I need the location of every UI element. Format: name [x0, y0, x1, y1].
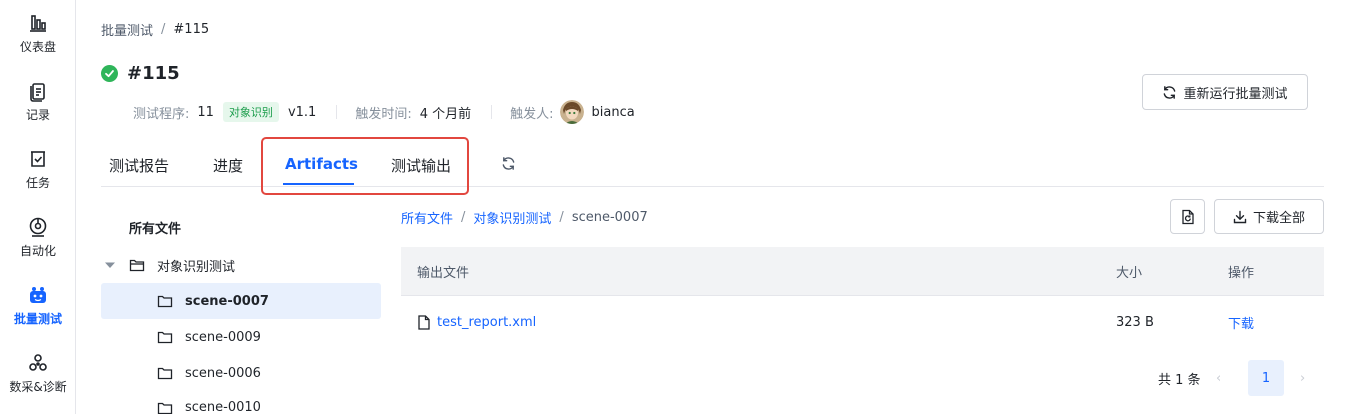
trigger-time-value: 4 个月前 — [419, 106, 472, 122]
tree-root-folder[interactable]: 对象识别测试 — [101, 247, 381, 283]
breadcrumb: 批量测试 / #115 — [101, 20, 209, 39]
column-header-size: 大小 — [1116, 265, 1143, 281]
download-icon — [1233, 210, 1247, 223]
tree-item-scene[interactable]: scene-0010 — [101, 391, 381, 414]
tree-item-label: scene-0009 — [185, 329, 261, 345]
download-link[interactable]: 下载 — [1228, 313, 1254, 332]
trigger-time-label: 触发时间: — [355, 106, 412, 122]
pagination-next-button[interactable]: › — [1300, 360, 1305, 396]
breadcrumb-parent[interactable]: 批量测试 — [101, 20, 153, 39]
file-size: 323 B — [1116, 314, 1154, 330]
meta-divider — [491, 105, 493, 119]
program-version: v1.1 — [287, 104, 317, 120]
tree-item-label: scene-0007 — [185, 293, 269, 309]
tabs-refresh-icon[interactable] — [501, 156, 516, 175]
nav-item-records[interactable]: 记录 — [0, 80, 76, 140]
rerun-batch-test-button[interactable]: 重新运行批量测试 — [1142, 74, 1308, 110]
tree-root-label: 对象识别测试 — [157, 259, 236, 275]
program-tag: 对象识别 — [222, 102, 279, 122]
nav-item-batch-test[interactable]: 批量测试 — [0, 284, 76, 344]
nav-item-tasks[interactable]: 任务 — [0, 148, 76, 208]
path-crumb-current: scene-0007 — [571, 210, 648, 225]
program-label: 测试程序: — [133, 106, 190, 122]
folder-icon — [157, 367, 173, 380]
program-value: 11 — [197, 104, 214, 120]
column-header-file: 输出文件 — [417, 265, 470, 281]
column-header-action: 操作 — [1228, 265, 1255, 281]
nav-label: 批量测试 — [13, 312, 62, 326]
file-tree-title[interactable]: 所有文件 — [129, 218, 181, 237]
nav-item-dashboard[interactable]: 仪表盘 — [0, 12, 76, 72]
tab-test-output[interactable]: 测试输出 — [391, 155, 451, 176]
page-title-row: #115 — [101, 63, 180, 84]
download-all-label: 下载全部 — [1252, 211, 1305, 226]
nav-item-automation[interactable]: 自动化 — [0, 216, 76, 276]
tab-test-report[interactable]: 测试报告 — [109, 155, 169, 176]
path-crumb-all-files[interactable]: 所有文件 — [401, 208, 453, 227]
page-title: #115 — [127, 63, 180, 84]
table-row: test_report.xml 323 B 下载 — [401, 296, 1324, 348]
avatar — [559, 100, 584, 124]
automation-icon — [29, 217, 47, 237]
tab-artifacts[interactable]: Artifacts — [285, 155, 358, 173]
file-refresh-icon — [1181, 209, 1194, 224]
table-header: 输出文件 大小 操作 — [401, 247, 1324, 296]
nav-item-diagnosis[interactable]: 数采&诊断 — [0, 352, 76, 412]
folder-icon — [157, 295, 173, 308]
breadcrumb-separator: / — [161, 22, 166, 37]
nav-label: 记录 — [25, 108, 50, 122]
folder-open-icon — [129, 259, 145, 272]
output-files-table: 输出文件 大小 操作 test_report.xml 323 B 下载 — [401, 247, 1324, 348]
tasks-icon — [31, 151, 45, 167]
caret-down-icon — [105, 262, 115, 268]
nav-label: 数采&诊断 — [9, 380, 67, 394]
file-link[interactable]: test_report.xml — [417, 315, 536, 330]
path-crumb-folder[interactable]: 对象识别测试 — [473, 208, 551, 227]
breadcrumb-current: #115 — [173, 22, 210, 37]
rerun-label: 重新运行批量测试 — [1183, 86, 1288, 102]
pagination-prev-button[interactable]: ‹ — [1216, 360, 1221, 396]
tree-item-scene[interactable]: scene-0007 — [101, 283, 381, 319]
tree-item-label: scene-0010 — [185, 400, 261, 414]
pagination-page-1[interactable]: 1 — [1248, 360, 1284, 396]
path-breadcrumb: 所有文件 / 对象识别测试 / scene-0007 — [401, 208, 648, 227]
tree-item-label: scene-0006 — [185, 365, 261, 381]
tab-progress[interactable]: 进度 — [213, 155, 243, 176]
batch-test-icon — [30, 287, 46, 303]
tab-bar: 测试报告 进度 Artifacts 测试输出 — [101, 140, 1324, 187]
meta-divider — [336, 105, 338, 119]
download-all-button[interactable]: 下载全部 — [1214, 199, 1324, 234]
trigger-user-label: 触发人: — [510, 106, 554, 122]
tree-item-scene[interactable]: scene-0009 — [101, 319, 381, 355]
nav-label: 自动化 — [19, 244, 56, 258]
sidebar: 仪表盘 记录 任务 自动化 批量测试 数采&诊断 — [0, 0, 76, 414]
nav-label: 仪表盘 — [19, 40, 56, 54]
tree-item-scene[interactable]: scene-0006 — [101, 355, 381, 391]
file-icon — [418, 314, 430, 330]
nav-label: 任务 — [25, 176, 50, 190]
records-icon — [30, 83, 45, 102]
path-separator: / — [559, 210, 564, 225]
file-action-button[interactable] — [1170, 199, 1205, 234]
success-check-icon — [101, 65, 118, 82]
meta-row: 测试程序: 11 对象识别 v1.1 触发时间: 4 个月前 触发人: bian… — [133, 99, 635, 125]
file-name: test_report.xml — [437, 314, 537, 330]
path-separator: / — [461, 210, 466, 225]
trigger-user-value: bianca — [591, 104, 635, 120]
folder-icon — [157, 402, 173, 414]
folder-icon — [157, 331, 173, 344]
pagination-total: 共 1 条 — [1158, 372, 1201, 388]
active-tab-indicator — [283, 183, 354, 185]
dashboard-icon — [30, 15, 46, 32]
diagnosis-icon — [29, 354, 47, 371]
refresh-icon — [1164, 85, 1176, 99]
